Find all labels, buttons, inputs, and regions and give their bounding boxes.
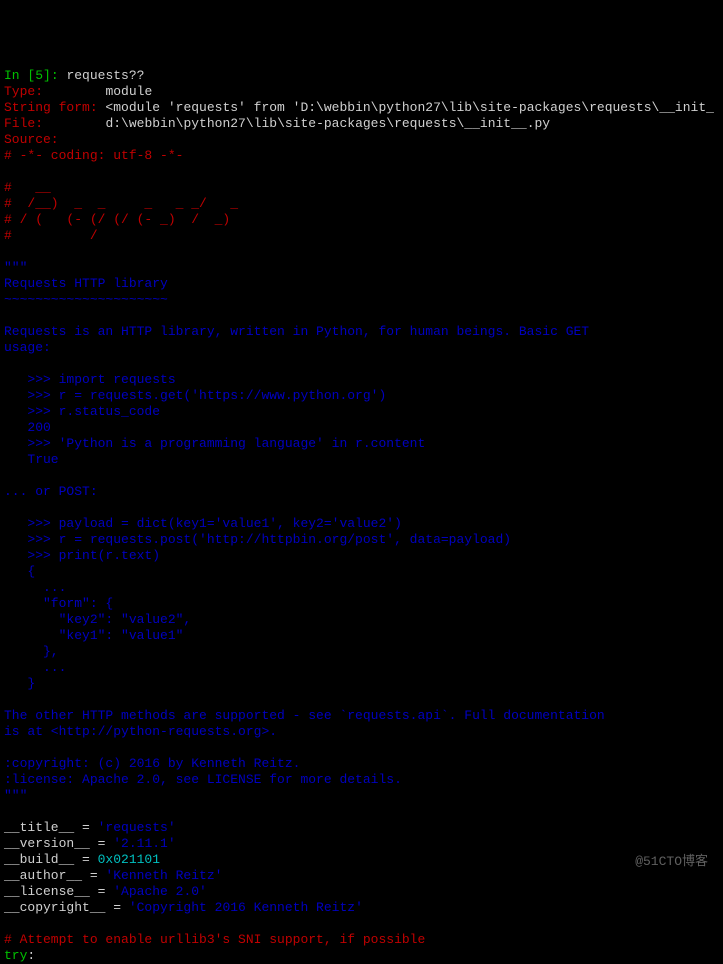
coding-comment: # -*- coding: utf-8 -*-	[4, 148, 183, 163]
doc-example: ...	[4, 660, 66, 675]
doc-example: >>> r = requests.post('http://httpbin.or…	[4, 532, 511, 547]
op-eq: =	[82, 868, 105, 883]
var-build: __build__	[4, 852, 74, 867]
ascii-art-line: # /	[4, 228, 98, 243]
op-eq: =	[105, 900, 128, 915]
doc-post-label: ... or POST:	[4, 484, 98, 499]
docstring-open: """	[4, 260, 27, 275]
doc-example: True	[4, 452, 59, 467]
prompt-command[interactable]: requests??	[66, 68, 144, 83]
source-label: Source:	[4, 132, 59, 147]
doc-example: >>> print(r.text)	[4, 548, 160, 563]
op-eq: =	[90, 884, 113, 899]
doc-example: }	[4, 676, 35, 691]
ascii-art-line: # /__) _ _ _ _ _/ _	[4, 196, 238, 211]
str-literal: 'Apache 2.0'	[113, 884, 207, 899]
ascii-art-line: # / ( (- (/ (/ (- _) / _)	[4, 212, 230, 227]
colon: :	[27, 948, 35, 963]
doc-desc: usage:	[4, 340, 51, 355]
prompt-suffix: ]:	[43, 68, 66, 83]
file-value: d:\webbin\python27\lib\site-packages\req…	[105, 116, 550, 131]
op-eq: =	[90, 836, 113, 851]
keyword-try: try	[4, 948, 27, 963]
ascii-art-line: # __	[4, 180, 51, 195]
doc-footer: The other HTTP methods are supported - s…	[4, 708, 605, 723]
stringform-label: String form:	[4, 100, 98, 115]
doc-example: >>> 'Python is a programming language' i…	[4, 436, 425, 451]
doc-example: ...	[4, 580, 66, 595]
doc-footer: is at <http://python-requests.org>.	[4, 724, 277, 739]
doc-title: Requests HTTP library	[4, 276, 168, 291]
doc-underline: ~~~~~~~~~~~~~~~~~~~~~	[4, 292, 168, 307]
type-value: module	[105, 84, 152, 99]
doc-example: >>> payload = dict(key1='value1', key2='…	[4, 516, 402, 531]
var-copyright: __copyright__	[4, 900, 105, 915]
str-literal: 'requests'	[98, 820, 176, 835]
doc-example: >>> r = requests.get('https://www.python…	[4, 388, 386, 403]
str-literal: '2.11.1'	[113, 836, 175, 851]
doc-license: :license: Apache 2.0, see LICENSE for mo…	[4, 772, 402, 787]
str-literal: 'Copyright 2016 Kenneth Reitz'	[129, 900, 363, 915]
str-literal: 'Kenneth Reitz'	[105, 868, 222, 883]
comment-sni: # Attempt to enable urllib3's SNI suppor…	[4, 932, 425, 947]
var-license: __license__	[4, 884, 90, 899]
doc-example: },	[4, 644, 59, 659]
doc-example: 200	[4, 420, 51, 435]
doc-example: "key2": "value2",	[4, 612, 191, 627]
prompt-number: 5	[35, 68, 43, 83]
stringform-value: <module 'requests' from 'D:\webbin\pytho…	[98, 100, 714, 115]
hex-literal: 0x021101	[98, 852, 160, 867]
doc-example: {	[4, 564, 35, 579]
prompt-prefix: In [	[4, 68, 35, 83]
doc-desc: Requests is an HTTP library, written in …	[4, 324, 589, 339]
var-version: __version__	[4, 836, 90, 851]
watermark: @51CTO博客	[635, 854, 708, 870]
doc-example: "key1": "value1"	[4, 628, 183, 643]
doc-example: "form": {	[4, 596, 113, 611]
var-author: __author__	[4, 868, 82, 883]
docstring-close: """	[4, 788, 27, 803]
op-eq: =	[74, 852, 97, 867]
doc-example: >>> import requests	[4, 372, 176, 387]
doc-copyright: :copyright: (c) 2016 by Kenneth Reitz.	[4, 756, 300, 771]
type-label: Type:	[4, 84, 43, 99]
op-eq: =	[74, 820, 97, 835]
file-label: File:	[4, 116, 43, 131]
var-title: __title__	[4, 820, 74, 835]
doc-example: >>> r.status_code	[4, 404, 160, 419]
